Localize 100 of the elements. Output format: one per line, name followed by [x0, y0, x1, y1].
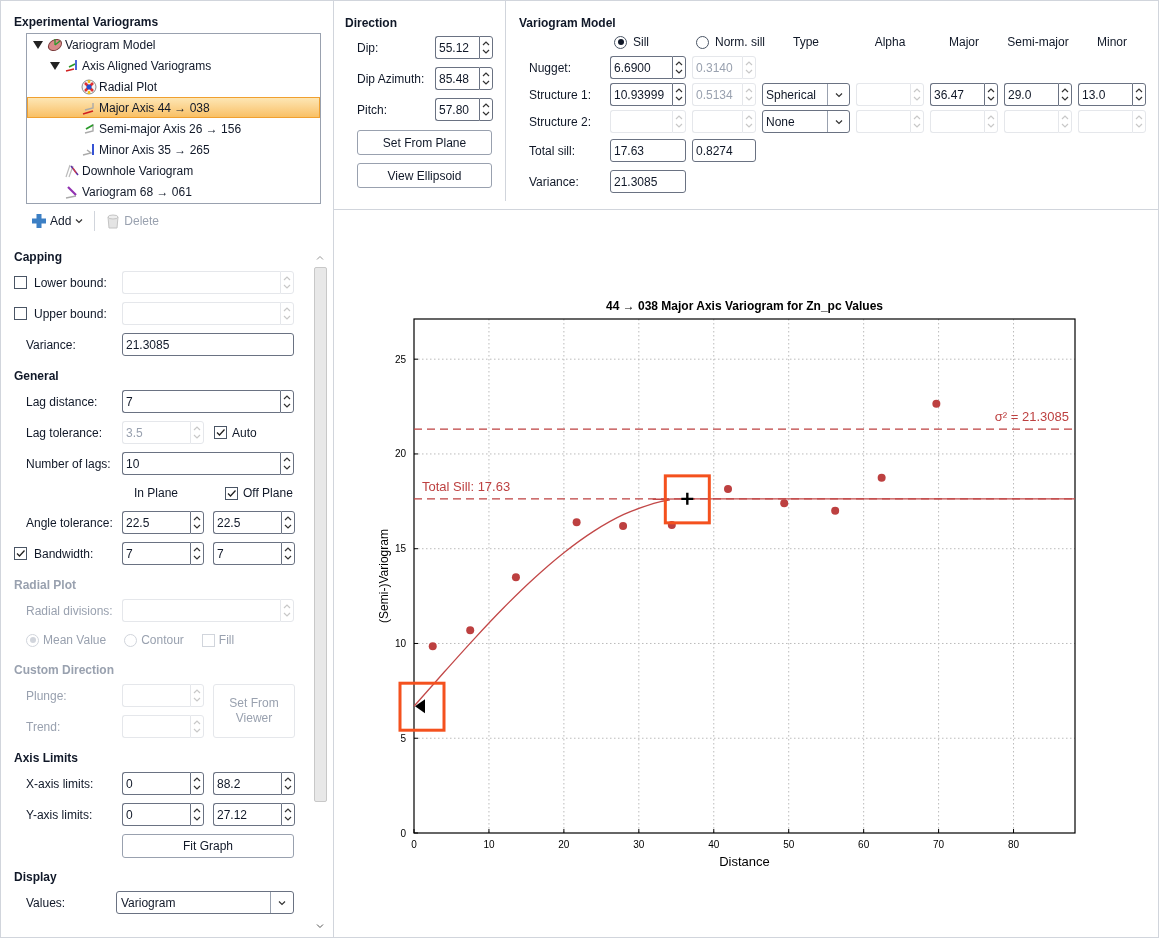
spin-field[interactable]: 22.5	[213, 511, 281, 534]
spin-field[interactable]: 27.12	[213, 803, 281, 826]
text-field[interactable]: 0.8274	[692, 139, 756, 162]
checkbox[interactable]	[14, 307, 27, 320]
field-label: Number of lags:	[26, 455, 111, 473]
spinner-icon[interactable]	[479, 36, 493, 59]
radio-button[interactable]	[696, 35, 709, 49]
spin-field[interactable]: 85.48	[435, 67, 479, 90]
spinner-icon[interactable]	[281, 803, 295, 826]
caret-icon	[74, 216, 85, 226]
data-point	[932, 399, 941, 408]
action-button[interactable]: Fit Graph	[122, 833, 294, 858]
text-field[interactable]: 21.3085	[610, 170, 686, 193]
tree-item[interactable]: Downhole Variogram	[27, 160, 320, 181]
column-header: Major	[948, 34, 980, 51]
spin-field[interactable]: 29.0	[1004, 83, 1058, 106]
spin-field[interactable]: 6.6900	[610, 56, 672, 79]
scrollbar[interactable]	[313, 253, 327, 931]
checkbox-label: Auto	[232, 424, 257, 442]
data-point	[780, 499, 789, 508]
spin-field[interactable]: 88.2	[213, 772, 281, 795]
checkbox[interactable]	[225, 486, 238, 500]
spin-field[interactable]: 13.0	[1078, 83, 1132, 106]
field-label: Lag tolerance:	[26, 424, 103, 442]
range-handle[interactable]	[663, 474, 711, 525]
spin-field[interactable]: 36.47	[930, 83, 984, 106]
row-label: Nugget:	[529, 59, 572, 77]
tree-item[interactable]: Major Axis 44 → 038	[27, 97, 320, 118]
tree-item[interactable]: Semi-major Axis 26 → 156	[27, 118, 320, 139]
tick-label: 10	[483, 839, 495, 850]
spinner-icon[interactable]	[672, 56, 686, 79]
spin-field[interactable]: 0	[122, 803, 190, 826]
spinner-icon[interactable]	[479, 98, 493, 121]
toolbar-button[interactable]: Add	[31, 212, 85, 230]
text-field[interactable]: 17.63	[610, 139, 686, 162]
spinner-icon[interactable]	[1132, 83, 1146, 106]
spin-field[interactable]: 7	[122, 390, 280, 413]
data-point	[466, 626, 475, 635]
spinner-icon[interactable]	[190, 542, 204, 565]
axes-icon	[64, 57, 80, 74]
field-label: Dip Azimuth:	[357, 70, 426, 88]
data-point	[831, 506, 840, 515]
spin-field[interactable]: 7	[122, 542, 190, 565]
expand-triangle-icon[interactable]	[49, 59, 61, 72]
nugget-handle[interactable]	[398, 681, 446, 732]
tree-item[interactable]: Variogram 68 → 061	[27, 181, 320, 202]
tree-item-label: Axis Aligned Variograms	[82, 57, 212, 75]
spinner-icon[interactable]	[190, 803, 204, 826]
tree-item-label: Major Axis 44 → 038	[99, 99, 210, 117]
spinner-icon[interactable]	[190, 511, 204, 534]
spinner-icon[interactable]	[190, 772, 204, 795]
spin-field[interactable]: 0	[122, 772, 190, 795]
expand-triangle-icon[interactable]	[32, 38, 44, 51]
field-label: Angle tolerance:	[26, 514, 113, 532]
radio-label: Norm. sill	[715, 34, 765, 51]
tick-label: 60	[858, 839, 870, 850]
column-header: Semi-major	[1006, 34, 1070, 51]
spin-field[interactable]: 57.80	[435, 98, 479, 121]
spinner-icon[interactable]	[281, 772, 295, 795]
tick-label: 15	[394, 543, 406, 555]
tree-item[interactable]: Minor Axis 35 → 265	[27, 139, 320, 160]
radio-label: Mean Value	[43, 632, 107, 649]
field-label: Trend:	[26, 718, 61, 736]
spin-field[interactable]: 22.5	[122, 511, 190, 534]
spinner-icon[interactable]	[672, 83, 686, 106]
spinner-icon[interactable]	[281, 511, 295, 534]
action-button[interactable]: View Ellipsoid	[357, 163, 492, 188]
spinner-icon[interactable]	[280, 452, 294, 475]
spin-field[interactable]: 7	[213, 542, 281, 565]
spin-field[interactable]: 10	[122, 452, 280, 475]
spinner-icon[interactable]	[984, 83, 998, 106]
checkbox[interactable]	[14, 547, 27, 560]
reference-label: σ² = 21.3085	[994, 409, 1069, 425]
spinner-icon[interactable]	[281, 542, 295, 565]
checkbox[interactable]	[14, 276, 27, 289]
tree-item[interactable]: Axis Aligned Variograms	[27, 55, 320, 76]
spin-field[interactable]: 55.12	[435, 36, 479, 59]
section-title: Axis Limits	[14, 750, 80, 767]
scrollbar-thumb[interactable]	[313, 267, 327, 802]
radio-button[interactable]	[614, 35, 627, 49]
data-point	[724, 485, 732, 493]
spinner-icon[interactable]	[479, 67, 493, 90]
dropdown[interactable]: None	[762, 110, 850, 133]
action-button[interactable]: Set From Plane	[357, 130, 492, 155]
checkbox[interactable]	[214, 426, 227, 439]
field-label: Values:	[26, 895, 66, 910]
tree-item[interactable]: Radial Plot	[27, 76, 320, 97]
text-field[interactable]: 21.3085	[122, 333, 294, 356]
spinner-icon[interactable]	[280, 390, 294, 413]
tree-item[interactable]: Variogram Model	[27, 34, 320, 55]
tick-label: 40	[708, 839, 720, 850]
dropdown[interactable]: Spherical	[762, 83, 850, 106]
spinner-icon[interactable]	[1058, 83, 1072, 106]
dropdown[interactable]: Variogram	[116, 891, 294, 914]
field-label: X-axis limits:	[26, 775, 94, 793]
chart-title: 44 → 038 Major Axis Variogram for Zn_pc Values	[606, 299, 883, 313]
spin-field[interactable]: 10.93999	[610, 83, 672, 106]
section-title: Display	[14, 869, 58, 886]
trash-can-icon	[105, 213, 122, 229]
field-label: Radial divisions:	[26, 602, 113, 620]
